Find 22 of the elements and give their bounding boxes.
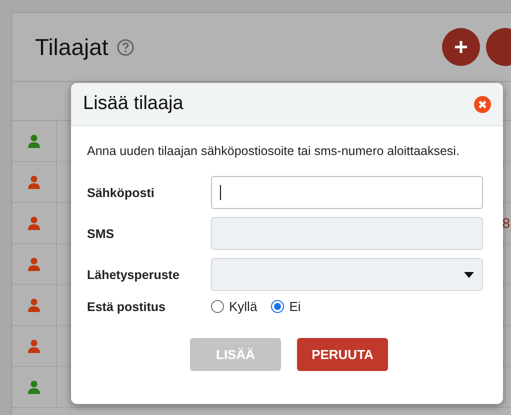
radio-button[interactable] [271, 300, 284, 313]
radio-option[interactable]: Kyllä [211, 299, 258, 314]
intro-text: Anna uuden tilaajan sähköpostiosoite tai sms-numero aloittaaksesi. [87, 144, 460, 158]
field-label: SMS [87, 226, 116, 240]
cancel-button[interactable]: PERUUTA [297, 338, 388, 371]
table-cell: 8 [502, 215, 510, 231]
close-button[interactable] [474, 96, 491, 112]
dialog-title: Lisää tilaaja [83, 93, 184, 115]
add-button[interactable] [442, 28, 480, 66]
input-field[interactable] [211, 176, 483, 209]
radio-button[interactable] [211, 300, 224, 313]
page-title: Tilaajat [35, 34, 108, 60]
help-icon[interactable] [117, 38, 134, 56]
caret-icon [464, 272, 474, 278]
close-icon [474, 96, 491, 112]
field-label: Lähetysperuste [87, 268, 180, 282]
radio-option[interactable]: Ei [271, 299, 301, 314]
plus-icon [454, 40, 468, 54]
field-label: Estä postitus [87, 300, 166, 314]
field-label: Sähköposti [87, 186, 156, 200]
dropdown-field[interactable] [211, 258, 483, 291]
input-field[interactable] [211, 217, 483, 250]
